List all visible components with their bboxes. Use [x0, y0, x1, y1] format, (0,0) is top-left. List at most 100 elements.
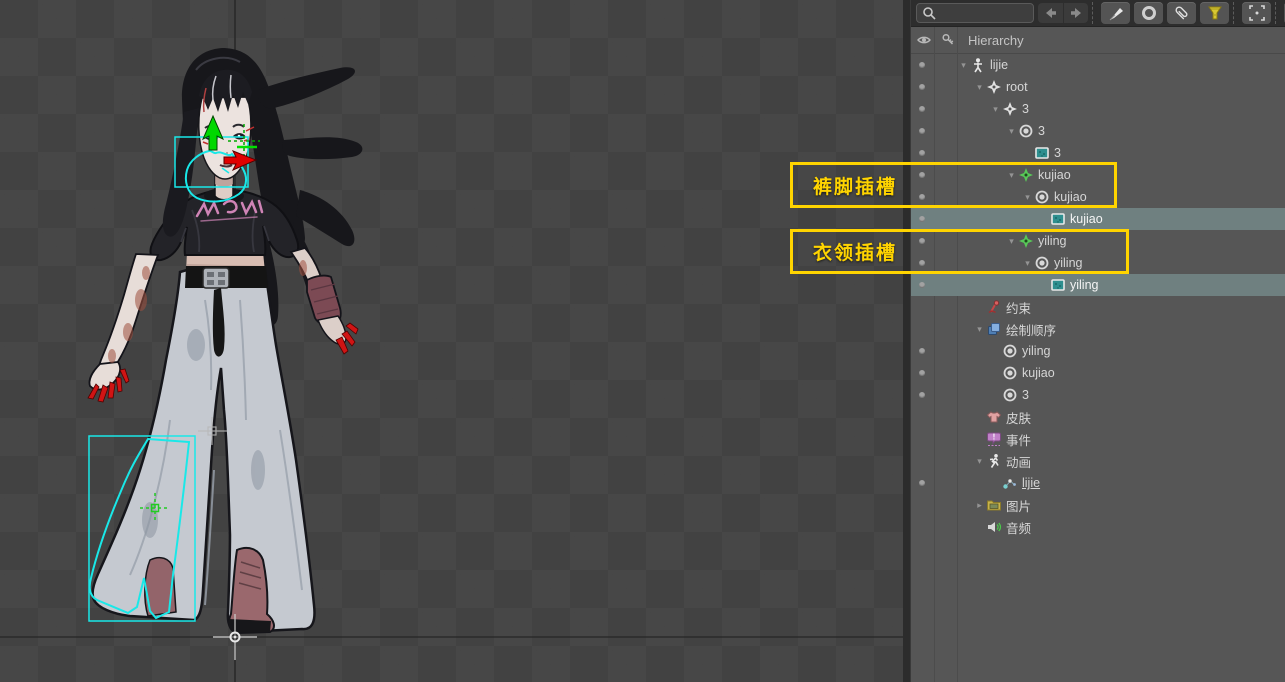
expand-arrow-icon[interactable]: ▾: [973, 450, 986, 472]
tree-row-皮肤[interactable]: 皮肤: [911, 406, 1285, 428]
filter-funnel-icon: [1205, 3, 1225, 23]
expand-arrow-icon[interactable]: ▸: [973, 494, 986, 516]
tree-row-root[interactable]: ▾ root: [911, 76, 1285, 98]
tree-row-label: 3: [1022, 388, 1029, 402]
annotation-label: 裤脚插槽: [813, 172, 897, 199]
pen-tool-button[interactable]: [1101, 2, 1130, 24]
toolbar-separator: [1092, 2, 1093, 24]
tree-row-label: 图片: [1006, 496, 1031, 515]
tree-row-label: 音频: [1006, 518, 1031, 537]
viewport-canvas[interactable]: [0, 0, 903, 682]
tree-row-label: 3: [1038, 124, 1045, 138]
tree-row-label: yiling: [1022, 344, 1051, 358]
tree-row-yiling[interactable]: yiling: [911, 340, 1285, 362]
tree-row-kujiao[interactable]: kujiao: [911, 208, 1285, 230]
event-icon: !: [986, 431, 1002, 447]
nav-forward-button[interactable]: [1063, 3, 1088, 23]
svg-text:!: !: [993, 433, 996, 442]
tree-row-lijie[interactable]: ▾lijie: [911, 54, 1285, 76]
ring-tool-icon: [1139, 3, 1159, 23]
forward-arrow-icon: [1067, 4, 1085, 22]
search-icon: [921, 5, 937, 21]
tree-row-yiling[interactable]: yiling: [911, 274, 1285, 296]
frame-view-button[interactable]: [1242, 2, 1271, 24]
annotation-box-collar-slot: 衣领插槽: [790, 229, 1129, 274]
constraint-icon: [986, 299, 1002, 315]
visibility-dot[interactable]: [919, 62, 925, 68]
skeleton-icon: [970, 57, 986, 73]
tree-row-3[interactable]: 3: [911, 384, 1285, 406]
expand-arrow-icon[interactable]: ▾: [989, 98, 1002, 120]
expand-arrow-icon[interactable]: ▾: [957, 54, 970, 76]
visibility-eye-icon: [916, 32, 932, 48]
tree-row-音频[interactable]: 音频: [911, 516, 1285, 538]
tree-row-动画[interactable]: ▾ 动画: [911, 450, 1285, 472]
visibility-dot[interactable]: [919, 282, 925, 288]
tree-row-label: root: [1006, 80, 1028, 94]
animation-clip-icon: [1002, 475, 1018, 491]
visibility-dot[interactable]: [919, 370, 925, 376]
tree-row-lijie[interactable]: lijie: [911, 472, 1285, 494]
tree-row-约束[interactable]: 约束: [911, 296, 1285, 318]
visibility-dot[interactable]: [919, 128, 925, 134]
slot-icon: [1002, 365, 1018, 381]
audio-icon: [986, 519, 1002, 535]
tree-row-kujiao[interactable]: kujiao: [911, 362, 1285, 384]
panel-splitter[interactable]: [903, 0, 911, 682]
tree-row-label: 事件: [1006, 430, 1031, 449]
toolbar-separator: [1275, 2, 1276, 24]
hierarchy-header: Hierarchy: [911, 27, 1285, 54]
annotation-label: 衣领插槽: [813, 238, 897, 265]
hierarchy-tree: ▾lijie▾root▾3▾33▾kujiao▾kujiaokujiao▾yil…: [911, 54, 1285, 538]
frame-view-icon: [1247, 3, 1267, 23]
tree-row-label: 3: [1054, 146, 1061, 160]
expand-arrow-icon[interactable]: ▾: [1005, 120, 1018, 142]
image-icon: [1050, 277, 1066, 293]
draw-order-icon: [986, 321, 1002, 337]
key-icon: [940, 32, 956, 48]
expand-arrow-icon[interactable]: ▾: [973, 76, 986, 98]
tree-row-3[interactable]: ▾3: [911, 120, 1285, 142]
annotation-box-trouser-slot: 裤脚插槽: [790, 162, 1117, 208]
visibility-dot[interactable]: [919, 480, 925, 486]
nav-back-button[interactable]: [1038, 3, 1063, 23]
images-folder-icon: [986, 497, 1002, 513]
visibility-dot[interactable]: [919, 150, 925, 156]
tree-row-label: 约束: [1006, 298, 1031, 317]
animation-icon: [986, 453, 1002, 469]
search-input[interactable]: [937, 6, 1031, 20]
character-artwork: [88, 48, 362, 633]
tree-row-3[interactable]: 3: [911, 142, 1285, 164]
visibility-dot[interactable]: [919, 84, 925, 90]
tree-row-label: kujiao: [1022, 366, 1055, 380]
tree-row-图片[interactable]: ▸ 图片: [911, 494, 1285, 516]
bone-icon: [986, 79, 1002, 95]
tree-row-绘制顺序[interactable]: ▾ 绘制顺序: [911, 318, 1285, 340]
panel-title: Hierarchy: [968, 33, 1024, 48]
visibility-dot[interactable]: [919, 348, 925, 354]
tree-row-label: 动画: [1006, 452, 1031, 471]
visibility-dot[interactable]: [919, 392, 925, 398]
visibility-dot[interactable]: [919, 106, 925, 112]
tree-row-3[interactable]: ▾3: [911, 98, 1285, 120]
toolbar-separator: [1233, 2, 1234, 24]
tree-row-事件[interactable]: ! 事件: [911, 428, 1285, 450]
hierarchy-panel: Hierarchy ▾lijie▾root▾3▾33▾kujiao▾kujiao…: [911, 0, 1285, 682]
search-box[interactable]: [916, 3, 1034, 23]
tree-row-label: yiling: [1070, 278, 1099, 292]
ring-tool-button[interactable]: [1134, 2, 1163, 24]
tree-row-label: 绘制顺序: [1006, 320, 1056, 339]
filter-button[interactable]: [1200, 2, 1229, 24]
image-icon: [1050, 211, 1066, 227]
pen-tool-icon: [1106, 3, 1126, 23]
tree-row-label: 3: [1022, 102, 1029, 116]
skin-icon: [986, 409, 1002, 425]
slot-icon: [1002, 387, 1018, 403]
tree-row-label: 皮肤: [1006, 408, 1031, 427]
attachment-button[interactable]: [1167, 2, 1196, 24]
bone-icon: [1002, 101, 1018, 117]
expand-arrow-icon[interactable]: ▾: [973, 318, 986, 340]
back-arrow-icon: [1042, 4, 1060, 22]
visibility-dot[interactable]: [919, 216, 925, 222]
image-icon: [1034, 145, 1050, 161]
